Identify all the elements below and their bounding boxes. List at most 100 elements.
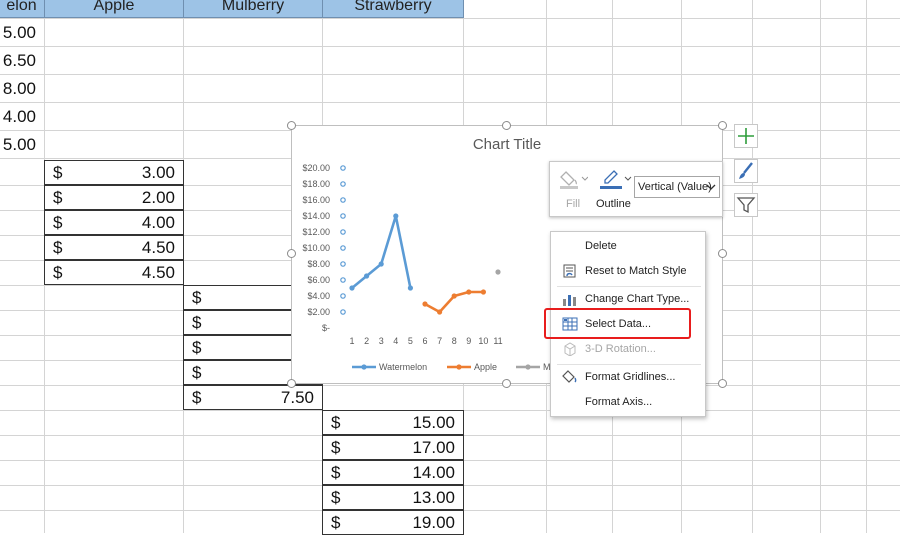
apple-cell[interactable]: $2.00 <box>44 185 184 210</box>
chart-type-icon <box>563 295 576 306</box>
chart-styles-button[interactable] <box>734 159 758 183</box>
chart-elements-button[interactable] <box>734 124 758 148</box>
axis-selection-marker <box>340 181 346 187</box>
x-tick-label: 11 <box>493 336 502 346</box>
menu-item-delete[interactable]: Delete <box>551 235 705 257</box>
apple-cell[interactable]: $4.00 <box>44 210 184 235</box>
menu-item-reset-style[interactable]: Reset to Match Style <box>551 260 705 282</box>
y-tick-label: $20.00 <box>302 163 330 173</box>
watermelon-cell[interactable]: 5.00 <box>0 19 44 47</box>
x-tick-label: 5 <box>408 336 413 346</box>
resize-handle[interactable] <box>718 379 727 388</box>
x-tick-label: 2 <box>364 336 369 346</box>
chart-element-selector[interactable]: Vertical (Value) <box>634 176 720 198</box>
legend-marker <box>361 364 367 370</box>
resize-handle[interactable] <box>502 121 511 130</box>
x-tick-label: 7 <box>437 336 442 346</box>
resize-handle[interactable] <box>287 121 296 130</box>
resize-handle[interactable] <box>287 379 296 388</box>
data-point <box>451 293 457 299</box>
paintbrush-icon <box>739 162 753 179</box>
resize-handle[interactable] <box>718 249 727 258</box>
axis-selection-marker <box>340 261 346 267</box>
chevron-down-icon <box>706 184 716 190</box>
header-cell-mulberry[interactable]: Mulberry <box>183 0 323 18</box>
axis-selection-marker <box>340 293 346 299</box>
data-point <box>364 273 370 279</box>
y-tick-label: $12.00 <box>302 227 330 237</box>
menu-item-format-gridlines[interactable]: Format Gridlines... <box>551 366 705 388</box>
strawberry-cell[interactable]: $15.00 <box>322 410 464 435</box>
axis-selection-marker <box>340 213 346 219</box>
menu-item-label: 3-D Rotation... <box>585 343 656 355</box>
paint-bucket-icon <box>560 171 588 189</box>
data-point <box>480 289 486 295</box>
x-tick-label: 1 <box>349 336 354 346</box>
data-point <box>466 289 472 295</box>
axis-selection-marker <box>340 277 346 283</box>
axis-selection-marker <box>340 309 346 315</box>
legend-label: Watermelon <box>379 362 427 372</box>
resize-handle[interactable] <box>502 379 511 388</box>
y-tick-label: $8.00 <box>307 259 330 269</box>
header-cell-strawberry[interactable]: Strawberry <box>322 0 464 18</box>
data-point <box>349 285 355 291</box>
y-tick-label: $6.00 <box>307 275 330 285</box>
format-mini-toolbar: Fill Outline Vertical (Value) <box>549 161 723 217</box>
highlight-box <box>544 308 691 339</box>
data-point <box>378 261 384 267</box>
series-line <box>351 214 412 290</box>
funnel-icon <box>736 197 756 214</box>
cube-icon <box>564 342 576 356</box>
data-point <box>422 301 428 307</box>
menu-item-3d-rotation: 3-D Rotation... <box>551 338 705 360</box>
y-tick-label: $- <box>322 323 330 333</box>
chart-filters-button[interactable] <box>734 193 758 217</box>
x-tick-label: 8 <box>452 336 457 346</box>
watermelon-cell[interactable]: 4.00 <box>0 103 44 131</box>
outline-button[interactable]: Outline <box>594 166 634 212</box>
watermelon-cell[interactable]: 5.00 <box>0 131 44 159</box>
plus-icon <box>738 128 754 144</box>
mulberry-cell[interactable]: $7.50 <box>183 385 323 410</box>
y-tick-label: $16.00 <box>302 195 330 205</box>
apple-cell[interactable]: $4.50 <box>44 260 184 285</box>
x-tick-label: 3 <box>379 336 384 346</box>
strawberry-cell[interactable]: $19.00 <box>322 510 464 535</box>
apple-cell[interactable]: $3.00 <box>44 160 184 185</box>
resize-handle[interactable] <box>287 249 296 258</box>
data-point <box>407 285 413 291</box>
y-tick-label: $2.00 <box>307 307 330 317</box>
axis-selection-marker <box>340 229 346 235</box>
pen-outline-icon <box>600 170 632 189</box>
data-point <box>393 213 399 219</box>
menu-item-label: Format Gridlines... <box>585 371 676 383</box>
fill-label: Fill <box>566 198 581 210</box>
x-tick-label: 6 <box>422 336 427 346</box>
x-tick-label: 4 <box>393 336 398 346</box>
menu-item-label: Change Chart Type... <box>585 293 690 305</box>
axis-selection-marker <box>340 165 346 171</box>
fill-button[interactable]: Fill <box>556 166 590 212</box>
menu-item-change-chart-type[interactable]: Change Chart Type... <box>551 288 705 310</box>
header-cell-apple[interactable]: Apple <box>44 0 184 18</box>
y-tick-label: $14.00 <box>302 211 330 221</box>
y-tick-label: $4.00 <box>307 291 330 301</box>
legend-label: Apple <box>474 362 497 372</box>
strawberry-cell[interactable]: $17.00 <box>322 435 464 460</box>
y-tick-label: $18.00 <box>302 179 330 189</box>
menu-item-format-axis[interactable]: Format Axis... <box>551 391 705 413</box>
menu-separator <box>557 364 701 365</box>
strawberry-cell[interactable]: $14.00 <box>322 460 464 485</box>
chart-element-selector-value: Vertical (Value) <box>638 181 712 193</box>
outline-label: Outline <box>596 198 631 210</box>
reset-style-icon <box>563 264 576 278</box>
resize-handle[interactable] <box>718 121 727 130</box>
menu-separator <box>557 286 701 287</box>
x-tick-label: 9 <box>466 336 471 346</box>
watermelon-cell[interactable]: 6.50 <box>0 47 44 75</box>
header-cell-watermelon[interactable]: elon <box>0 0 45 18</box>
strawberry-cell[interactable]: $13.00 <box>322 485 464 510</box>
watermelon-cell[interactable]: 8.00 <box>0 75 44 103</box>
apple-cell[interactable]: $4.50 <box>44 235 184 260</box>
